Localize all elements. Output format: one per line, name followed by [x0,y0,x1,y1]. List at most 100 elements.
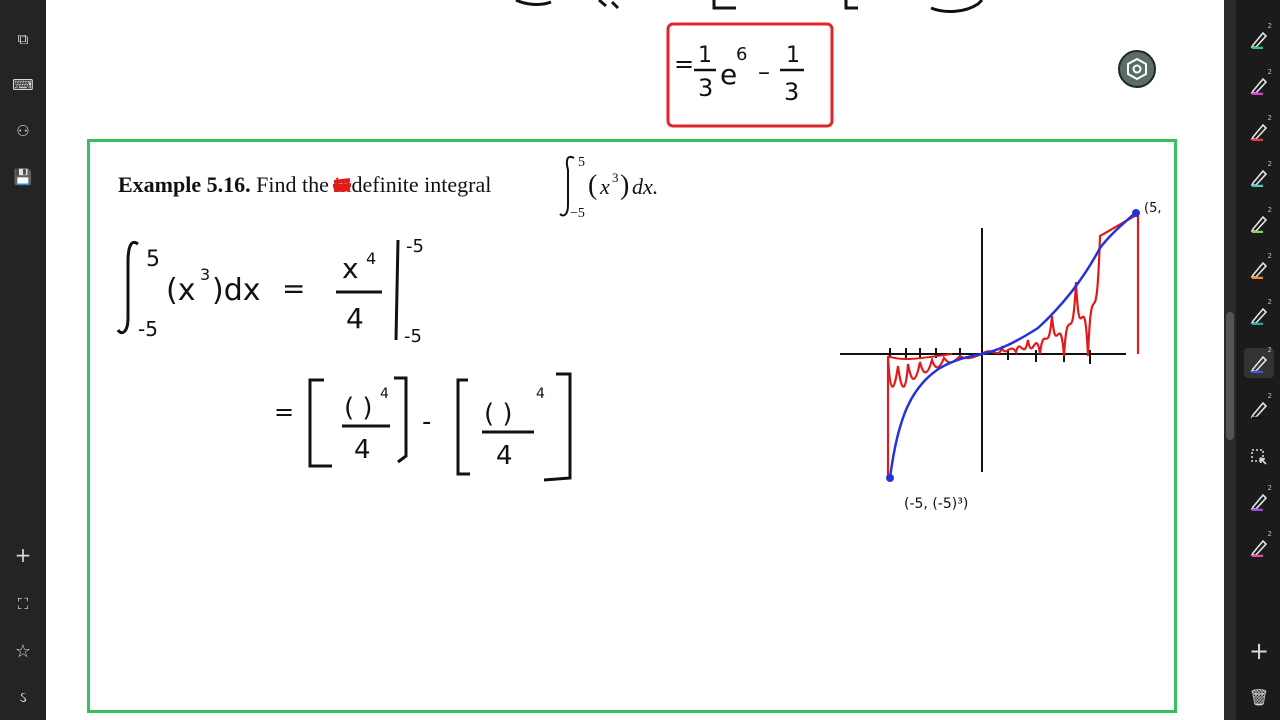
pen-size-badge: 2 [1267,392,1272,400]
pen-size-badge: 2 [1267,252,1272,260]
pen-teal-button[interactable]: 2 [1244,298,1274,330]
point-top-label: (5, 125) [1144,201,1162,216]
pen-purple-button[interactable]: 2 [1244,484,1274,516]
pen-green-button[interactable]: 2 [1244,22,1274,54]
pen-size-badge: 2 [1267,206,1272,214]
pen-size-badge: 2 [1267,530,1272,538]
pen-black-button[interactable]: 2 [1244,392,1274,424]
hw-line2-equals: = [274,398,294,426]
answer-frac1-num: 1 [698,43,712,68]
notebook-canvas[interactable]: = 1 3 e 6 – 1 3 Example 5.16. Find the i… [46,0,1224,720]
pen-size-badge: 2 [1267,68,1272,76]
hw-bracket2-paren: ( ) [484,399,513,429]
hw-integrand-close: )dx [212,273,261,308]
favorite-star-icon[interactable]: ☆ [0,636,46,666]
hw-antideriv-num: x [342,252,359,285]
hw-antideriv-den: 4 [346,302,364,335]
right-toolbar: 2 2 2 2 2 2 2 2 2 2 2 + 🗑 [1236,0,1280,720]
hw-lower-limit: -5 [138,317,158,341]
hw-line2-minus: - [422,407,431,437]
scribble-mark [333,178,352,192]
heading-dx: dx. [632,174,658,199]
vertical-scrollbar[interactable] [1224,0,1236,720]
example-heading: Example 5.16. Find the in definite integ… [118,172,491,198]
axis-ticks [889,348,1091,364]
point-bottom-label: (-5, (-5)³) [904,496,968,512]
heading-lower-limit: −5 [570,206,585,221]
pen-size-badge: 2 [1267,484,1272,492]
svg-text:(: ( [588,170,597,201]
answer-base: e [720,58,737,91]
pen-icon [1250,539,1268,557]
shading-right [981,212,1140,357]
svg-text:): ) [620,170,629,201]
heading-upper-limit: 5 [578,155,585,170]
pen-icon [1250,169,1268,187]
add-pen-button[interactable]: + [1244,636,1274,666]
pen-icon [1250,401,1268,419]
hw-eval-upper: -5 [406,236,424,257]
pen-size-badge: 2 [1267,346,1272,354]
hw-bracket1-power: 4 [380,386,389,402]
pen-icon [1250,307,1268,325]
scrollbar-thumb[interactable] [1226,312,1234,440]
pen-icon [1250,31,1268,49]
hw-integrand-power: 3 [200,265,210,284]
keyboard-icon[interactable]: ⌨ [0,70,46,100]
hw-integrand: (x [166,273,195,308]
hw-antideriv-power: 4 [366,249,376,268]
hw-bracket2-den: 4 [496,441,513,471]
pen-size-badge: 2 [1267,22,1272,30]
pen-size-badge: 2 [1267,160,1272,168]
answer-minus: – [758,58,770,86]
pen-lime-button[interactable]: 2 [1244,206,1274,238]
answer-frac2-num: 1 [786,43,800,68]
handwritten-line-1: 5 -5 (x 3 )dx = x 4 4 -5 -5 [116,236,424,346]
hw-bracket1-den: 4 [354,435,371,465]
answer-frac1-den: 3 [698,74,713,102]
cubic-sketch: (5, 125) (-5, (-5)³) [840,201,1162,512]
pen-icon [1250,355,1268,373]
pen-blue-button[interactable]: 2 [1244,346,1274,378]
pen-icon [1250,215,1268,233]
hw-bracket2-power: 4 [536,386,545,402]
answer-exponent: 6 [736,44,747,65]
crossed-out-text: in [333,172,352,198]
pen-cyan-button[interactable]: 2 [1244,160,1274,192]
answer-frac2-den: 3 [784,78,799,106]
previous-work-ink [515,0,984,13]
hw-equals: = [282,272,305,305]
add-page-icon[interactable]: + [0,540,46,570]
hexagon-icon [1127,57,1147,81]
binoculars-icon[interactable]: ⚇ [0,116,46,146]
hw-eval-lower: -5 [404,326,422,346]
pen-size-badge: 2 [1267,114,1272,122]
pen-orange-button[interactable]: 2 [1244,252,1274,284]
pen-magenta-button[interactable]: 2 [1244,68,1274,100]
pages-icon[interactable]: ⧉ [0,24,46,54]
swirl-icon[interactable]: ઽ [0,682,46,712]
hexagon-tool-button[interactable] [1118,50,1156,88]
pen-icon [1250,493,1268,511]
point-top-dot [1132,209,1140,217]
fit-screen-icon[interactable]: ⛶ [0,589,46,619]
point-bottom-dot [886,474,894,482]
example-label: Example 5.16. [118,172,251,197]
hw-bracket1-paren: ( ) [344,393,373,423]
hw-upper-limit: 5 [146,247,160,272]
boxed-answer: = 1 3 e 6 – 1 3 [666,22,834,128]
pen-pink-button[interactable]: 2 [1244,530,1274,562]
lasso-select-icon[interactable] [1244,442,1274,472]
left-toolbar: ⧉ ⌨ ⚇ 💾 + ⛶ ☆ ઽ [0,0,46,720]
answer-equals: = [674,50,694,78]
pen-icon [1250,261,1268,279]
cubic-curve [888,211,1137,479]
heading-power: 3 [612,170,619,185]
handwritten-line-2: = ( ) 4 4 - ( ) 4 4 [274,372,572,482]
save-icon[interactable]: 💾 [0,162,46,192]
pen-red-button[interactable]: 2 [1244,114,1274,146]
heading-integrand: x [599,174,610,199]
trash-icon[interactable]: 🗑 [1244,682,1274,712]
pen-icon [1250,123,1268,141]
heading-integral: 5 −5 ( x 3 ) dx. [559,155,658,221]
